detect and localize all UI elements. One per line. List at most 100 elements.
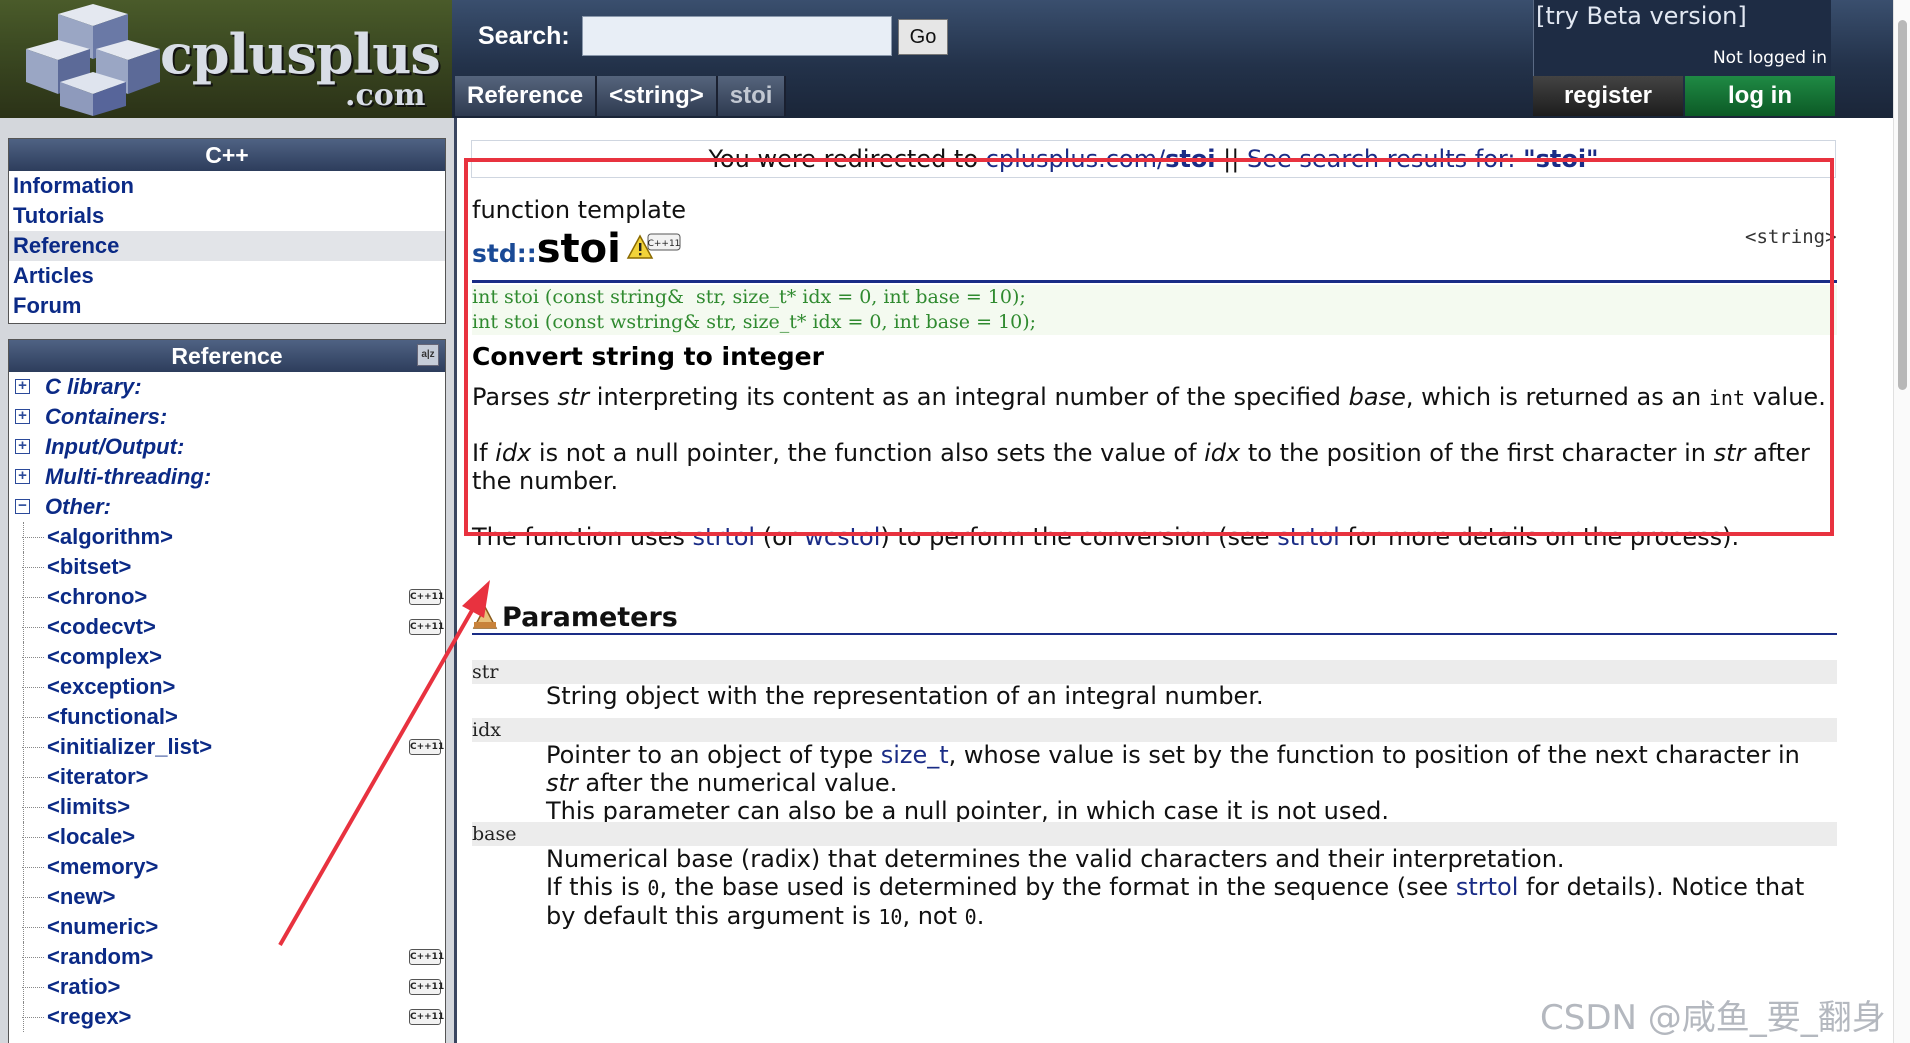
tree-header-item[interactable]: <complex> xyxy=(9,642,445,672)
parameters-divider xyxy=(472,633,1837,635)
tree-line xyxy=(22,567,44,568)
cpp-nav-box: C++ Information Tutorials Reference Arti… xyxy=(8,138,446,324)
tree-header-item[interactable]: <numeric> xyxy=(9,912,445,942)
beta-panel: [try Beta version] Not logged in xyxy=(1533,0,1831,76)
text: , whose value is set by the function to … xyxy=(948,741,1800,769)
tree-category[interactable]: − Other: xyxy=(9,492,445,522)
tree-header-item[interactable]: <locale> xyxy=(9,822,445,852)
tree-header-item[interactable]: <algorithm> xyxy=(9,522,445,552)
expand-icon[interactable]: + xyxy=(15,378,30,394)
cubes-logo-icon xyxy=(26,4,160,116)
scrollbar-thumb[interactable] xyxy=(1898,20,1907,390)
text: after the numerical value. xyxy=(577,769,898,797)
expand-icon[interactable]: + xyxy=(15,408,30,424)
tree-header-item[interactable]: <exception> xyxy=(9,672,445,702)
code-text: 0 xyxy=(964,905,977,929)
site-logo[interactable]: cplusplus .com xyxy=(0,0,452,118)
parameters-heading: Parameters xyxy=(502,602,678,633)
tree-line xyxy=(22,687,44,688)
tree-category[interactable]: + Multi-threading: xyxy=(9,462,445,492)
tree-category-label: C library: xyxy=(45,374,142,399)
tree-line xyxy=(22,657,44,658)
nav-forum[interactable]: Forum xyxy=(9,291,445,321)
login-button[interactable]: log in xyxy=(1685,76,1835,116)
page: cplusplus .com Search: Go [try Beta vers… xyxy=(0,0,1910,1043)
nav-tutorials[interactable]: Tutorials xyxy=(9,201,445,231)
expand-icon[interactable]: + xyxy=(15,468,30,484)
tree-header-label: <initializer_list> xyxy=(47,734,213,759)
breadcrumb-string[interactable]: <string> xyxy=(597,76,718,116)
tree-header-item[interactable]: <initializer_list> C++11 xyxy=(9,732,445,762)
cpp11-icon: C++11 xyxy=(409,619,444,635)
text: If this is xyxy=(546,873,648,901)
param-name-base: base xyxy=(472,822,1837,846)
tree-header-item[interactable]: <new> xyxy=(9,882,445,912)
tree-header-item[interactable]: <iterator> xyxy=(9,762,445,792)
nav-reference[interactable]: Reference xyxy=(9,231,445,261)
tree-header-item[interactable]: <bitset> xyxy=(9,552,445,582)
logo-domain: .com xyxy=(345,78,426,113)
param-name-str: str xyxy=(472,660,1837,684)
expand-icon[interactable]: + xyxy=(15,438,30,454)
tree-line xyxy=(22,537,44,538)
param-desc-idx: Pointer to an object of type size_t, who… xyxy=(546,741,1836,825)
tree-header-label: <regex> xyxy=(47,1004,132,1029)
logo-text: cplusplus xyxy=(160,22,441,86)
tree-header-item[interactable]: <random> C++11 xyxy=(9,942,445,972)
collapse-icon[interactable]: − xyxy=(15,498,30,514)
search-input[interactable] xyxy=(582,16,892,56)
nav-information[interactable]: Information xyxy=(9,171,445,201)
param-desc-base: Numerical base (radix) that determines t… xyxy=(546,845,1836,931)
tree-header-label: <memory> xyxy=(47,854,159,879)
code-text: 0 xyxy=(647,876,660,900)
tree-line xyxy=(22,897,44,898)
text: , not xyxy=(902,902,965,930)
tree-header-item[interactable]: <memory> xyxy=(9,852,445,882)
strtol-link[interactable]: strtol xyxy=(1456,873,1519,901)
breadcrumb-reference[interactable]: Reference xyxy=(455,76,598,116)
nav-articles[interactable]: Articles xyxy=(9,261,445,291)
cpp-nav-title: C++ xyxy=(9,139,445,171)
size-t-link[interactable]: size_t xyxy=(881,741,949,769)
tree-header-label: <exception> xyxy=(47,674,176,699)
tree-header-item[interactable]: <chrono> C++11 xyxy=(9,582,445,612)
text: . xyxy=(976,902,985,930)
register-button[interactable]: register xyxy=(1533,76,1683,116)
tree-category[interactable]: + C library: xyxy=(9,372,445,402)
tree-category-label: Multi-threading: xyxy=(45,464,212,489)
tree-header-item[interactable]: <regex> C++11 xyxy=(9,1002,445,1032)
text: This parameter can also be a null pointe… xyxy=(546,797,1390,825)
tree-line xyxy=(22,987,44,988)
breadcrumb-stoi: stoi xyxy=(717,76,787,116)
site-header: cplusplus .com Search: Go [try Beta vers… xyxy=(0,0,1893,118)
tree-line xyxy=(22,627,44,628)
tree-category[interactable]: + Input/Output: xyxy=(9,432,445,462)
tree-header-item[interactable]: <limits> xyxy=(9,792,445,822)
tree-category[interactable]: + Containers: xyxy=(9,402,445,432)
search-label: Search: xyxy=(478,22,570,50)
tree-header-label: <algorithm> xyxy=(47,524,173,549)
tree-header-label: <functional> xyxy=(47,704,178,729)
sidebar: C++ Information Tutorials Reference Arti… xyxy=(0,118,457,1043)
text: , the base used is determined by the for… xyxy=(659,873,1456,901)
login-status: Not logged in xyxy=(1712,48,1827,68)
tree-category-label: Other: xyxy=(45,494,111,519)
go-button[interactable]: Go xyxy=(898,19,948,55)
breadcrumb: Reference <string> stoi xyxy=(455,76,787,116)
tree-category-label: Input/Output: xyxy=(45,434,185,459)
vertical-scrollbar[interactable] xyxy=(1893,0,1910,1043)
beta-version-link[interactable]: [try Beta version] xyxy=(1536,2,1747,30)
tree-line xyxy=(22,807,44,808)
a-z-sort-icon[interactable]: a|z xyxy=(417,344,439,366)
main-content: You were redirected to cplusplus.com/sto… xyxy=(460,118,1893,1043)
tree-header-item[interactable]: <codecvt> C++11 xyxy=(9,612,445,642)
tree-header-item[interactable]: <functional> xyxy=(9,702,445,732)
param-desc-str: String object with the representation of… xyxy=(546,682,1264,710)
tree-header-label: <random> xyxy=(47,944,154,969)
tree-header-item[interactable]: <ratio> C++11 xyxy=(9,972,445,1002)
tree-header-label: <codecvt> xyxy=(47,614,156,639)
reference-tree-box: Reference a|z + C library: + Containers: + In… xyxy=(8,339,446,1043)
tree-line xyxy=(22,717,44,718)
text: Numerical base (radix) that determines t… xyxy=(546,845,1565,873)
reference-tree-title-text: Reference xyxy=(171,343,283,369)
